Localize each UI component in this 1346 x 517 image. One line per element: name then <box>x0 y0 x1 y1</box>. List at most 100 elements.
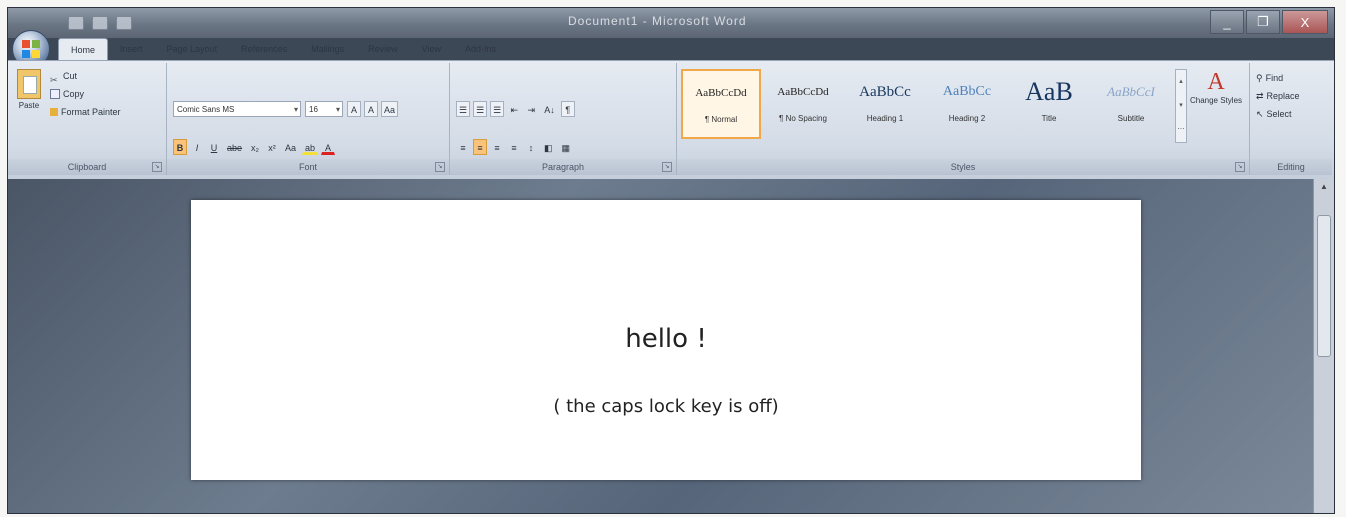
change-styles-button[interactable]: A Change Styles <box>1189 69 1243 105</box>
find-label: Find <box>1265 73 1284 83</box>
bullets-button[interactable]: ☰ <box>456 101 471 117</box>
undo-icon[interactable] <box>92 16 108 30</box>
tab-home[interactable]: Home <box>58 38 109 60</box>
style-heading-2[interactable]: AaBbCc Heading 2 <box>927 69 1007 139</box>
ribbon-tabs: Home Insert Page Layout References Maili… <box>58 38 508 60</box>
style-title[interactable]: AaB Title <box>1009 69 1089 139</box>
clipboard-group: Paste ✂ Cut Copy Format Painter Clipboar… <box>8 63 167 175</box>
shrink-font-button[interactable]: A <box>364 101 378 117</box>
paragraph-group-label: Paragraph <box>450 159 676 175</box>
format-painter-label: Format Painter <box>61 107 121 117</box>
copy-button[interactable]: Copy <box>50 85 121 103</box>
bold-button[interactable]: B <box>173 139 187 155</box>
underline-button[interactable]: U <box>207 139 221 155</box>
style-heading-1[interactable]: AaBbCc Heading 1 <box>845 69 925 139</box>
line-spacing-button[interactable]: ↕ <box>524 139 538 155</box>
style-normal[interactable]: AaBbCcDd ¶ Normal <box>681 69 761 139</box>
shading-button[interactable]: ◧ <box>541 139 556 155</box>
editing-group: ⚲ Find ⇄ Replace ↖ Select Editing <box>1250 63 1332 175</box>
tab-page-layout[interactable]: Page Layout <box>155 38 230 60</box>
maximize-button[interactable]: ❐ <box>1246 10 1280 34</box>
italic-button[interactable]: I <box>190 139 204 155</box>
ribbon: Paste ✂ Cut Copy Format Painter Clipboar… <box>8 60 1334 180</box>
change-styles-icon: A <box>1207 69 1225 95</box>
change-case-button[interactable]: Aa <box>282 139 299 155</box>
paintbrush-icon <box>50 108 58 116</box>
window-title: Document1 - Microsoft Word <box>568 14 747 28</box>
font-group: Comic Sans MS 16 A A Aa B I U abe x₂ x² … <box>167 63 450 175</box>
align-right-button[interactable]: ≡ <box>490 139 504 155</box>
numbering-button[interactable]: ☰ <box>473 101 488 117</box>
editing-commands: ⚲ Find ⇄ Replace ↖ Select <box>1256 69 1300 123</box>
paste-label: Paste <box>18 101 40 110</box>
scroll-up-icon[interactable]: ▲ <box>1314 179 1334 195</box>
style-normal-name: ¶ Normal <box>704 115 738 124</box>
style-subtitle-sample: AaBbCcI <box>1107 84 1155 99</box>
tab-view[interactable]: View <box>410 38 453 60</box>
minimize-button[interactable]: _ <box>1210 10 1244 34</box>
font-launcher-icon[interactable]: ↘ <box>435 162 445 172</box>
clipboard-commands: ✂ Cut Copy Format Painter <box>50 67 121 121</box>
highlight-button[interactable]: ab <box>302 139 319 155</box>
replace-icon: ⇄ <box>1256 91 1264 101</box>
styles-group: AaBbCcDd ¶ Normal AaBbCcDd ¶ No Spacing … <box>677 63 1250 175</box>
center-button[interactable]: ≡ <box>473 139 487 155</box>
styles-gallery-scroll[interactable]: ▴ ▾ ⋯ <box>1175 69 1187 143</box>
editing-group-label: Editing <box>1250 159 1332 175</box>
save-icon[interactable] <box>68 16 84 30</box>
style-no-spacing[interactable]: AaBbCcDd ¶ No Spacing <box>763 69 843 139</box>
styles-launcher-icon[interactable]: ↘ <box>1235 162 1245 172</box>
multilevel-list-button[interactable]: ☰ <box>490 101 505 117</box>
style-no-spacing-name: ¶ No Spacing <box>779 114 827 123</box>
align-left-button[interactable]: ≡ <box>456 139 470 155</box>
show-marks-button[interactable]: ¶ <box>560 101 575 117</box>
tab-insert[interactable]: Insert <box>108 38 155 60</box>
font-color-button[interactable]: A <box>321 139 336 155</box>
clear-formatting-button[interactable]: Aa <box>381 101 399 117</box>
superscript-button[interactable]: x² <box>265 139 279 155</box>
font-size-combo[interactable]: 16 <box>305 101 343 118</box>
style-no-spacing-sample: AaBbCcDd <box>777 86 829 98</box>
grow-font-button[interactable]: A <box>347 101 361 117</box>
style-heading-1-sample: AaBbCc <box>859 83 911 100</box>
paragraph-launcher-icon[interactable]: ↘ <box>662 162 672 172</box>
decrease-indent-button[interactable]: ⇤ <box>507 101 521 117</box>
paste-button[interactable]: Paste <box>14 69 44 110</box>
title-bar: Document1 - Microsoft Word _ ❐ X <box>8 8 1334 38</box>
vertical-scrollbar[interactable]: ▲ <box>1313 179 1334 513</box>
replace-label: Replace <box>1266 91 1300 101</box>
tab-mailings[interactable]: Mailings <box>299 38 356 60</box>
borders-button[interactable]: ▦ <box>559 139 574 155</box>
office-logo-icon <box>22 40 40 58</box>
paragraph-group: ☰ ☰ ☰ ⇤ ⇥ A↓ ¶ ≡ ≡ ≡ ≡ ↕ ◧ ▦ Paragraph ↘ <box>450 63 677 175</box>
tab-references[interactable]: References <box>229 38 299 60</box>
change-styles-label: Change Styles <box>1189 96 1243 105</box>
word-window: Document1 - Microsoft Word _ ❐ X Home In… <box>8 8 1334 513</box>
style-subtitle[interactable]: AaBbCcI Subtitle <box>1091 69 1171 139</box>
document-page[interactable]: hello ! ( the caps lock key is off) <box>191 200 1141 480</box>
replace-button[interactable]: ⇄ Replace <box>1256 87 1300 105</box>
format-painter-button[interactable]: Format Painter <box>50 103 121 121</box>
copy-label: Copy <box>63 89 85 99</box>
close-button[interactable]: X <box>1282 10 1328 34</box>
style-heading-1-name: Heading 1 <box>866 114 904 123</box>
document-line-1: hello ! <box>625 324 707 354</box>
cut-button[interactable]: ✂ Cut <box>50 67 121 85</box>
clipboard-launcher-icon[interactable]: ↘ <box>152 162 162 172</box>
justify-button[interactable]: ≡ <box>507 139 521 155</box>
sort-button[interactable]: A↓ <box>541 101 558 117</box>
tab-add-ins[interactable]: Add-Ins <box>453 38 508 60</box>
tab-review[interactable]: Review <box>356 38 410 60</box>
font-name-combo[interactable]: Comic Sans MS <box>173 101 301 118</box>
redo-icon[interactable] <box>116 16 132 30</box>
increase-indent-button[interactable]: ⇥ <box>524 101 538 117</box>
binoculars-icon: ⚲ <box>1256 73 1263 83</box>
scroll-thumb[interactable] <box>1317 215 1331 357</box>
find-button[interactable]: ⚲ Find <box>1256 69 1300 87</box>
select-button[interactable]: ↖ Select <box>1256 105 1300 123</box>
paragraph-row-1: ☰ ☰ ☰ ⇤ ⇥ A↓ ¶ <box>456 101 575 117</box>
quick-access-toolbar <box>68 16 132 30</box>
strikethrough-button[interactable]: abe <box>224 139 245 155</box>
subscript-button[interactable]: x₂ <box>248 139 262 155</box>
style-title-sample: AaB <box>1025 77 1073 106</box>
